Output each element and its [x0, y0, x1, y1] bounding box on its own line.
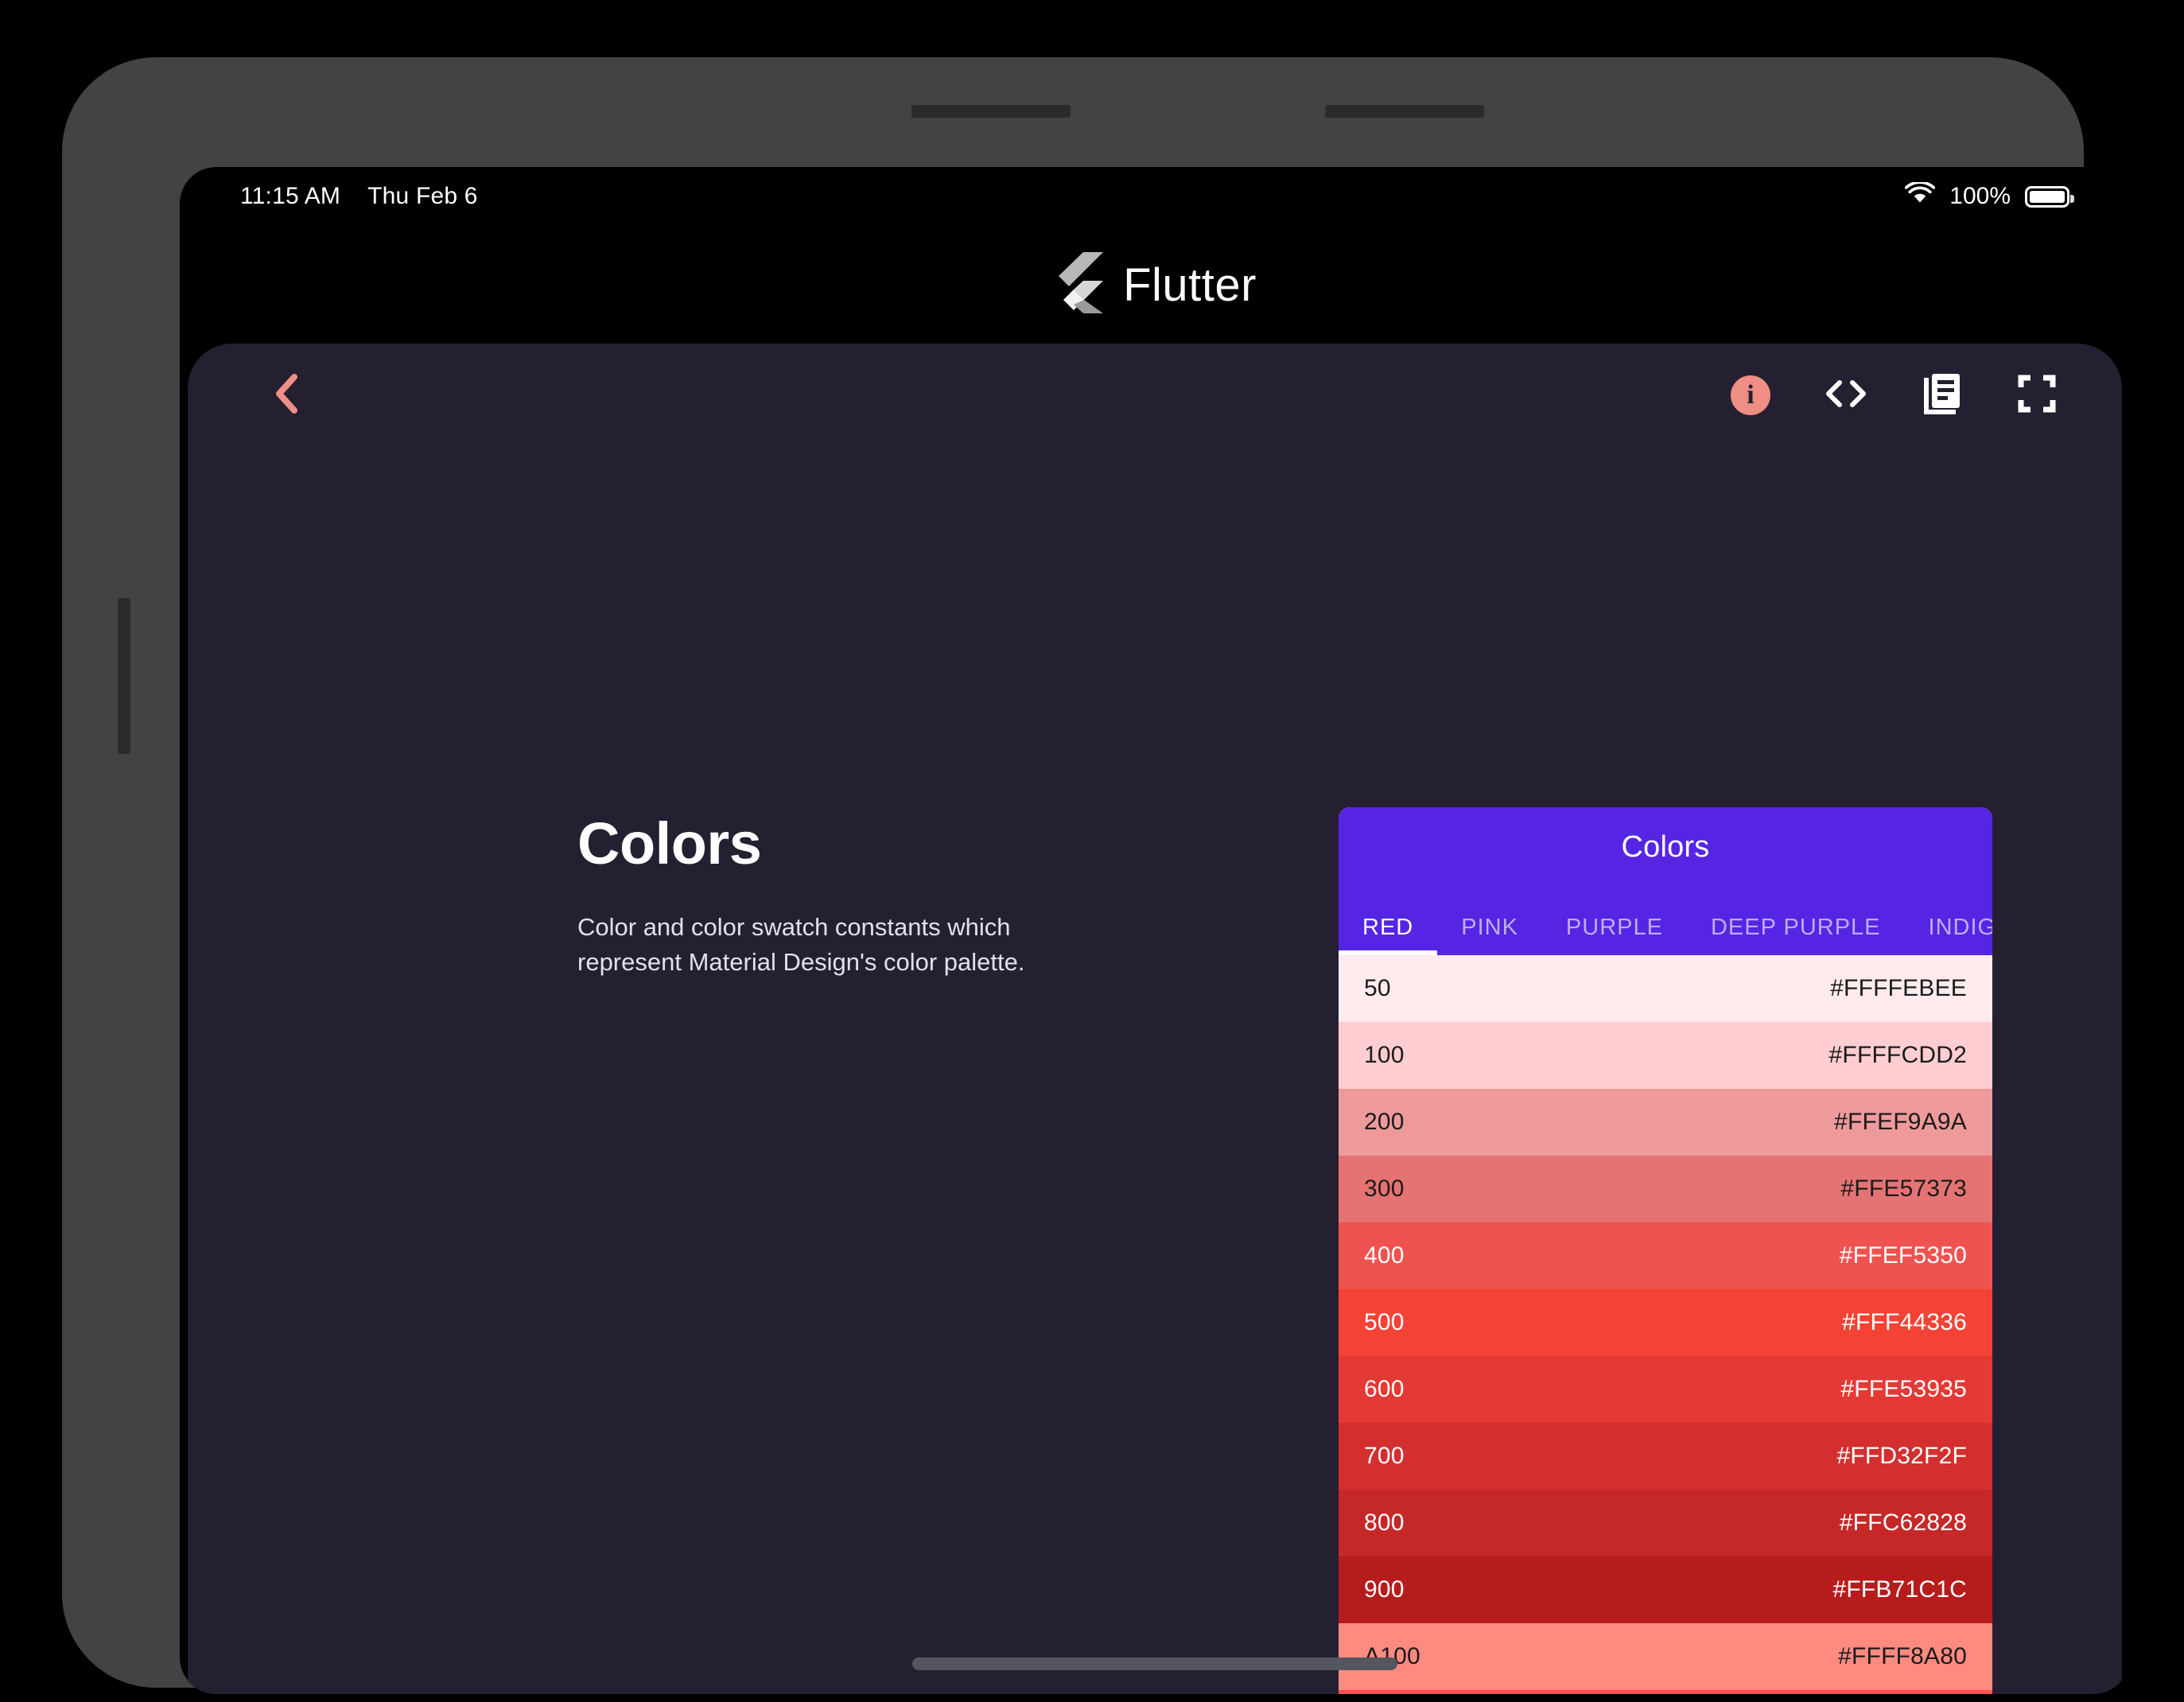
battery-fill: [2030, 190, 2065, 203]
volume-down-button[interactable]: [1325, 105, 1484, 118]
color-swatch-row[interactable]: 300 #FFE57373: [1339, 1156, 1992, 1222]
power-button[interactable]: [118, 598, 130, 754]
flutter-brand-bar: Flutter: [180, 226, 2130, 344]
swatch-shade-label: 100: [1364, 1042, 1405, 1068]
color-swatch-row[interactable]: 600 #FFE53935: [1339, 1356, 1992, 1423]
wifi-icon: [1905, 181, 1936, 211]
info-letter: i: [1747, 380, 1755, 410]
status-bar-left: 11:15 AM Thu Feb 6: [240, 183, 478, 210]
brand-name: Flutter: [1123, 258, 1257, 311]
home-indicator[interactable]: [912, 1657, 1397, 1670]
color-swatch-row[interactable]: A200#FFFF5252: [1339, 1690, 1992, 1694]
swatch-hex-label: #FFB71C1C: [1832, 1576, 1967, 1603]
demo-tabbar[interactable]: REDPINKPURPLEDEEP PURPLEINDIGOBLUE: [1339, 887, 1992, 955]
gallery-toolbar: i: [188, 344, 2122, 447]
battery-full-icon: [2025, 185, 2074, 208]
ipad-bezel: 11:15 AM Thu Feb 6 100% Flutter i Colors…: [62, 57, 2130, 1694]
article-library-icon: [1921, 373, 1962, 418]
swatch-hex-label: #FFFFCDD2: [1828, 1042, 1967, 1068]
demo-app-frame: Colors REDPINKPURPLEDEEP PURPLEINDIGOBLU…: [1339, 807, 1992, 1694]
color-swatch-list[interactable]: 50 #FFFFEBEE 100 #FFFFCDD2 200 #FFEF9A9A 300 #F…: [1339, 955, 1992, 1694]
chevron-left-icon: [270, 372, 305, 419]
demo-tab-red[interactable]: RED: [1339, 915, 1438, 955]
page-description: Color and color swatch constants which r…: [577, 913, 1025, 977]
color-swatch-row[interactable]: 200 #FFEF9A9A: [1339, 1089, 1992, 1156]
battery-percent-label: 100%: [1949, 183, 2011, 209]
color-swatch-row[interactable]: 700 #FFD32F2F: [1339, 1423, 1992, 1490]
swatch-shade-label: 600: [1364, 1376, 1405, 1402]
flutter-logo-icon: [1053, 251, 1104, 318]
status-time: 11:15 AM: [240, 183, 341, 209]
fullscreen-button[interactable]: [2011, 369, 2063, 422]
swatch-hex-label: #FFC62828: [1839, 1510, 1967, 1536]
demo-tab-purple[interactable]: PURPLE: [1542, 915, 1687, 955]
swatch-hex-label: #FFEF5350: [1839, 1242, 1967, 1269]
demo-tab-indigo[interactable]: INDIGO: [1905, 915, 1992, 955]
gallery-panel: i Colors Color and color swatch constant…: [188, 344, 2122, 1694]
swatch-hex-label: #FFE53935: [1840, 1376, 1967, 1402]
swatch-shade-label: 900: [1364, 1576, 1405, 1603]
swatch-hex-label: #FFE57373: [1840, 1175, 1967, 1202]
back-button[interactable]: [262, 371, 312, 420]
swatch-shade-label: 500: [1364, 1309, 1405, 1335]
color-swatch-row[interactable]: 900 #FFB71C1C: [1339, 1556, 1992, 1623]
view-docs-button[interactable]: [1915, 369, 1968, 422]
doc-column: Colors Color and color swatch constants …: [577, 814, 1134, 980]
color-swatch-row[interactable]: 50 #FFFFEBEE: [1339, 955, 1992, 1022]
code-brackets-icon: [1824, 378, 1868, 414]
swatch-hex-label: #FFEF9A9A: [1834, 1109, 1967, 1135]
swatch-shade-label: 200: [1364, 1109, 1405, 1135]
info-circle-icon: i: [1731, 375, 1770, 415]
info-button[interactable]: i: [1724, 369, 1777, 422]
swatch-shade-label: 400: [1364, 1242, 1405, 1269]
status-bar: 11:15 AM Thu Feb 6 100%: [180, 167, 2130, 226]
demo-tab-deep-purple[interactable]: DEEP PURPLE: [1687, 915, 1905, 955]
color-swatch-row[interactable]: 800 #FFC62828: [1339, 1490, 1992, 1556]
swatch-shade-label: 800: [1364, 1510, 1405, 1536]
swatch-hex-label: #FFF44336: [1842, 1309, 1967, 1335]
fullscreen-icon: [2018, 375, 2056, 417]
volume-up-button[interactable]: [911, 105, 1071, 118]
swatch-shade-label: 700: [1364, 1443, 1405, 1469]
toolbar-actions: i: [1724, 369, 2063, 422]
swatch-hex-label: #FFFF8A80: [1838, 1643, 1967, 1669]
swatch-hex-label: #FFD32F2F: [1836, 1443, 1967, 1469]
demo-tab-pink[interactable]: PINK: [1437, 915, 1542, 955]
swatch-hex-label: #FFFFEBEE: [1830, 975, 1967, 1001]
device-screen: 11:15 AM Thu Feb 6 100% Flutter i Colors…: [180, 167, 2130, 1694]
color-swatch-row[interactable]: 500 #FFF44336: [1339, 1289, 1992, 1356]
demo-appbar: Colors: [1339, 807, 1992, 887]
screenshot-scene: 11:15 AM Thu Feb 6 100% Flutter i Colors…: [0, 0, 2184, 1702]
status-date: Thu Feb 6: [367, 183, 478, 209]
swatch-shade-label: 300: [1364, 1175, 1405, 1202]
color-swatch-row[interactable]: 100 #FFFFCDD2: [1339, 1022, 1992, 1089]
page-title: Colors: [577, 810, 762, 876]
color-swatch-row[interactable]: 400 #FFEF5350: [1339, 1222, 1992, 1289]
view-code-button[interactable]: [1820, 369, 1872, 422]
swatch-shade-label: 50: [1364, 975, 1391, 1001]
status-bar-right: 100%: [1905, 181, 2074, 211]
demo-appbar-title: Colors: [1621, 830, 1710, 864]
color-swatch-row[interactable]: A100 #FFFF8A80: [1339, 1623, 1992, 1690]
